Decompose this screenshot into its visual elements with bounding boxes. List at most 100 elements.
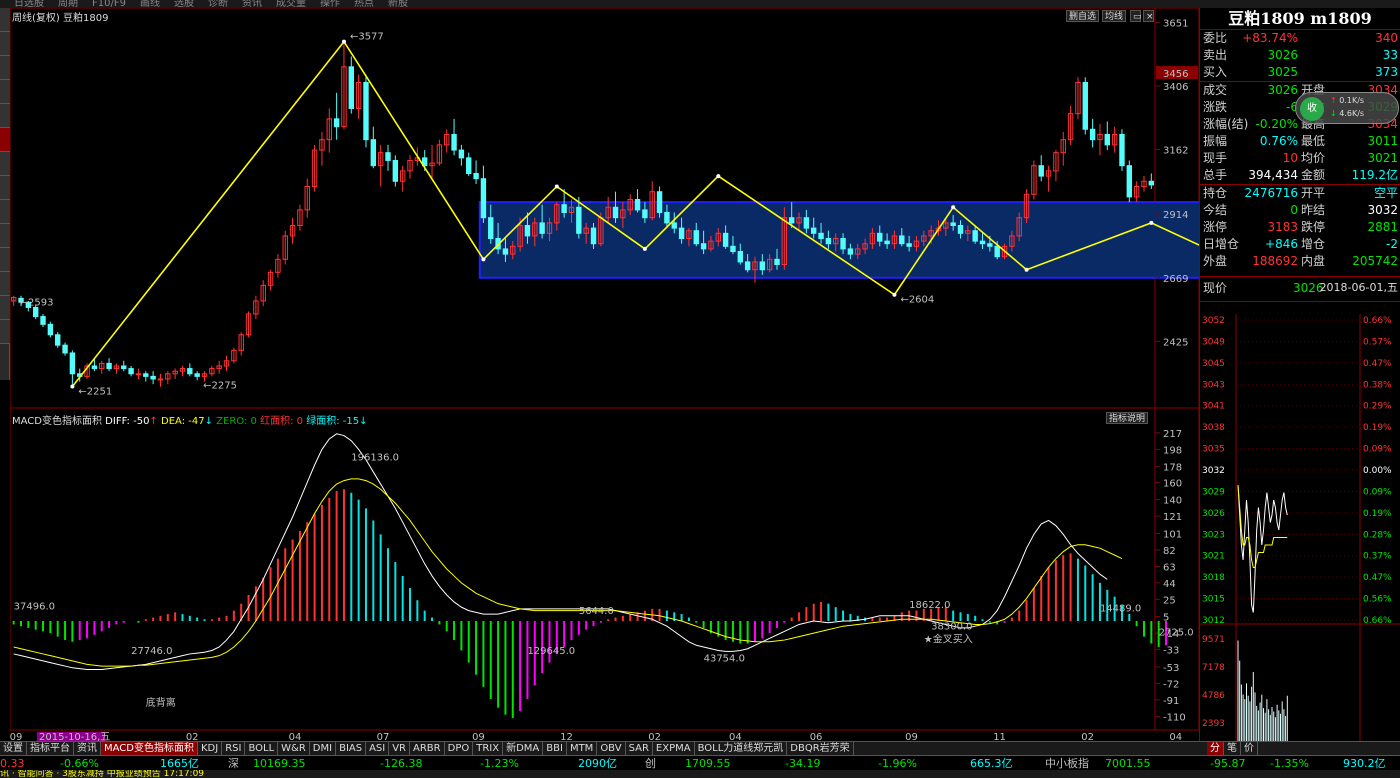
indicator-tab[interactable]: MACD变色指标面积 — [101, 742, 198, 755]
indicator-tab[interactable]: DPO — [445, 742, 474, 755]
top-menu-item[interactable]: 操作 — [320, 0, 340, 8]
indicator-tab[interactable]: 资讯 — [74, 742, 101, 755]
candle — [245, 311, 252, 338]
indicator-tab[interactable]: BOLL力道线郑元凯 — [695, 742, 788, 755]
macd-header: MACD变色指标面积 DIFF: -50↑ DEA: -47↓ ZERO: 0 … — [12, 416, 368, 427]
delete-favorite-button[interactable]: 删自选 — [1066, 10, 1100, 22]
candle-body — [730, 245, 736, 253]
macd-diff: DIFF: -50 — [105, 416, 150, 427]
left-tab[interactable] — [0, 8, 10, 32]
indicator-help-button[interactable]: 指标说明 — [1106, 412, 1149, 424]
indicator-tab[interactable]: BBI — [543, 742, 567, 755]
indicator-tab[interactable]: 新DMA — [503, 742, 544, 755]
candle — [480, 165, 487, 223]
left-tab[interactable] — [0, 56, 10, 80]
indicator-tab[interactable]: BIAS — [336, 742, 367, 755]
left-tab[interactable] — [0, 248, 10, 272]
left-tab[interactable] — [0, 32, 10, 56]
candle — [10, 295, 17, 307]
quote-label: 金额 — [1301, 168, 1326, 182]
candle-body — [634, 198, 641, 211]
left-tab[interactable] — [0, 80, 10, 104]
indicator-tabs[interactable]: 设置 指标平台 资讯 MACD变色指标面积 KDJ RSI BOLL W&R DMI BIAS AS… — [0, 741, 1199, 755]
indicator-tab[interactable]: W&R — [278, 742, 310, 755]
top-menu-item[interactable]: 诊断 — [208, 0, 228, 8]
top-menu-item[interactable]: 资讯 — [242, 0, 262, 8]
indicator-tab[interactable]: EXPMA — [653, 742, 695, 755]
macd-annotation: 18622.0 — [909, 600, 950, 611]
intraday-pct-tick: 0.09% — [1363, 487, 1392, 497]
quote-value: 3026 — [1267, 83, 1298, 97]
left-tab[interactable] — [0, 176, 10, 200]
candle — [194, 371, 200, 381]
top-menu-item[interactable]: F10/F9 — [92, 0, 126, 8]
left-tab[interactable] — [0, 320, 10, 344]
top-menu-item[interactable]: 周期 — [58, 0, 78, 8]
candle-body — [576, 206, 582, 234]
indicator-tab[interactable]: ASI — [366, 742, 390, 755]
left-tab[interactable] — [0, 104, 10, 128]
indicator-tab[interactable]: BOLL — [245, 742, 279, 755]
x-tick-label: 07 — [377, 732, 390, 741]
left-sidebar-tabs[interactable] — [0, 8, 10, 380]
intraday-tabs[interactable]: 分笔价 — [1199, 741, 1400, 755]
candle — [1038, 155, 1044, 182]
indicator-tab[interactable]: ARBR — [410, 742, 445, 755]
close-icon[interactable]: × — [1143, 10, 1154, 22]
top-menu-item[interactable]: 新股 — [388, 0, 408, 8]
indicator-tab[interactable]: MTM — [567, 742, 598, 755]
candle-body — [561, 204, 567, 214]
candle-body — [1038, 165, 1044, 177]
candle-body — [539, 222, 545, 234]
indicator-tab[interactable]: SAR — [626, 742, 653, 755]
candle — [377, 144, 384, 187]
candle — [99, 360, 105, 374]
indicator-tab[interactable]: OBV — [597, 742, 626, 755]
top-menu-item[interactable]: 热点 — [354, 0, 374, 8]
top-menu-item[interactable]: 画线 — [140, 0, 160, 8]
quote-label: 成交 — [1203, 83, 1228, 97]
top-menu-item[interactable]: 成交量 — [276, 0, 306, 8]
intraday-tab[interactable]: 分 — [1207, 742, 1224, 755]
x-tick-label: 09 — [905, 732, 918, 741]
left-tab[interactable] — [0, 272, 10, 296]
intraday-vol-tick: 9571 — [1202, 635, 1225, 645]
indicator-tab[interactable]: VR — [389, 742, 411, 755]
left-tab[interactable] — [0, 152, 10, 176]
indicator-tab[interactable]: RSI — [222, 742, 246, 755]
quote-row: 外盘 188692 内盘 205742 — [1200, 253, 1400, 270]
candle — [223, 355, 230, 372]
candle-body — [370, 139, 377, 167]
intraday-tab[interactable]: 价 — [1241, 742, 1258, 755]
left-tab[interactable] — [0, 224, 10, 248]
left-tab[interactable] — [0, 200, 10, 224]
main-chart-area[interactable]: 2843-28303651340631622914266924253456←35… — [10, 8, 1199, 741]
left-tab-active[interactable] — [0, 128, 10, 152]
moving-average-button[interactable]: 均线 — [1102, 10, 1127, 22]
intraday-chart[interactable]: 3052 0.66% 3049 0.57% 3045 0.47% 3043 0.38% 3041… — [1200, 314, 1400, 744]
indicator-tab[interactable]: 设置 — [0, 742, 27, 755]
quote-value: 373 — [1375, 65, 1398, 79]
minimize-icon[interactable]: ▭ — [1130, 10, 1142, 22]
candle-body — [47, 323, 54, 336]
top-menu-item[interactable]: 选股 — [174, 0, 194, 8]
indicator-tab[interactable]: KDJ — [198, 742, 223, 755]
intraday-price-tick: 3021 — [1202, 552, 1225, 562]
quote-value: 3026 — [1267, 48, 1298, 62]
candle-body — [737, 251, 744, 263]
indicator-tab[interactable]: DBQR岩芳荣 — [787, 742, 854, 755]
quote-value: 0 — [1290, 203, 1298, 217]
candle — [231, 347, 237, 364]
top-menu-bar[interactable]: 日选股 周期 F10/F9 画线 选股 诊断 资讯 成交量 操作 热点 新股 — [0, 0, 1400, 8]
indicator-tab[interactable]: 指标平台 — [27, 742, 74, 755]
candle-body — [40, 316, 46, 325]
status-value: 7001.55 — [1105, 757, 1151, 770]
intraday-pct-tick: 0.66% — [1363, 616, 1392, 626]
candle — [1126, 160, 1133, 203]
top-menu-item[interactable]: 日选股 — [14, 0, 44, 8]
intraday-tab[interactable]: 笔 — [1224, 742, 1241, 755]
indicator-tab[interactable]: TRIX — [473, 742, 504, 755]
zigzag-node — [892, 292, 897, 297]
left-tab[interactable] — [0, 296, 10, 320]
indicator-tab[interactable]: DMI — [310, 742, 337, 755]
